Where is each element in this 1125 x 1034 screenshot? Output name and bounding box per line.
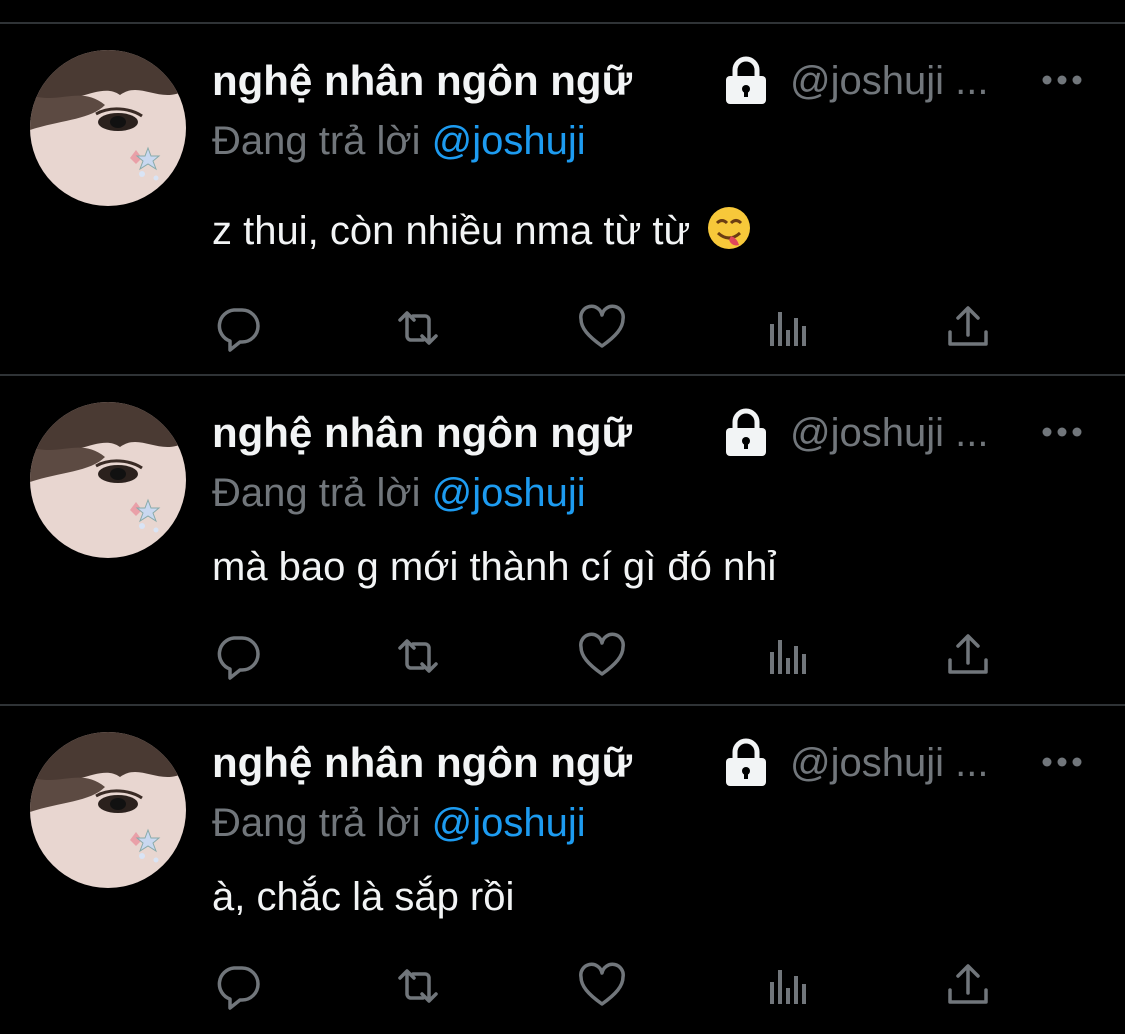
tweet-actions <box>212 304 1012 352</box>
avatar-image <box>30 402 186 558</box>
reply-mention-link[interactable]: @joshuji <box>432 801 586 845</box>
avatar[interactable] <box>30 50 186 206</box>
share-icon[interactable] <box>944 962 992 1010</box>
tweet-text: z thui, còn nhiều nma từ từ <box>212 206 751 262</box>
analytics-icon[interactable] <box>764 962 812 1010</box>
face-savoring-food-emoji <box>707 206 751 262</box>
more-icon[interactable] <box>1040 422 1084 442</box>
reply-prefix: Đang trả lời <box>212 471 421 515</box>
tweet[interactable]: nghệ nhân ngôn ngữ @joshuji ... Đang trả… <box>0 376 1125 704</box>
avatar-image <box>30 50 186 206</box>
display-name[interactable]: nghệ nhân ngôn ngữ <box>212 738 632 788</box>
reply-icon[interactable] <box>214 962 262 1010</box>
lock-icon <box>722 738 770 788</box>
tweet[interactable]: nghệ nhân ngôn ngữ @joshuji ... Đang trả… <box>0 24 1125 374</box>
tweet[interactable]: nghệ nhân ngôn ngữ @joshuji ... Đang trả… <box>0 706 1125 1034</box>
more-icon[interactable] <box>1040 752 1084 772</box>
lock-icon <box>722 408 770 458</box>
user-handle[interactable]: @joshuji ... <box>790 408 988 458</box>
display-name[interactable]: nghệ nhân ngôn ngữ <box>212 56 632 106</box>
reply-icon[interactable] <box>214 304 262 352</box>
analytics-icon[interactable] <box>764 632 812 680</box>
like-icon[interactable] <box>578 304 626 352</box>
share-icon[interactable] <box>944 632 992 680</box>
tweet-actions <box>212 632 1012 680</box>
reply-mention-link[interactable]: @joshuji <box>432 119 586 163</box>
tweet-text-content: z thui, còn nhiều nma từ từ <box>212 209 691 253</box>
reply-context: Đang trả lời @joshuji <box>212 798 586 848</box>
share-icon[interactable] <box>944 304 992 352</box>
avatar-image <box>30 732 186 888</box>
user-handle[interactable]: @joshuji ... <box>790 738 988 788</box>
user-handle[interactable]: @joshuji ... <box>790 56 988 106</box>
like-icon[interactable] <box>578 962 626 1010</box>
retweet-icon[interactable] <box>394 962 442 1010</box>
reply-icon[interactable] <box>214 632 262 680</box>
more-icon[interactable] <box>1040 70 1084 90</box>
like-icon[interactable] <box>578 632 626 680</box>
analytics-icon[interactable] <box>764 304 812 352</box>
retweet-icon[interactable] <box>394 632 442 680</box>
display-name[interactable]: nghệ nhân ngôn ngữ <box>212 408 632 458</box>
avatar[interactable] <box>30 732 186 888</box>
tweet-text: mà bao g mới thành cí gì đó nhỉ <box>212 545 777 589</box>
tweet-actions <box>212 962 1012 1010</box>
reply-mention-link[interactable]: @joshuji <box>432 471 586 515</box>
retweet-icon[interactable] <box>394 304 442 352</box>
reply-context: Đang trả lời @joshuji <box>212 468 586 518</box>
tweet-text: à, chắc là sắp rồi <box>212 875 515 919</box>
reply-prefix: Đang trả lời <box>212 119 421 163</box>
reply-context: Đang trả lời @joshuji <box>212 116 586 166</box>
reply-prefix: Đang trả lời <box>212 801 421 845</box>
lock-icon <box>722 56 770 106</box>
avatar[interactable] <box>30 402 186 558</box>
